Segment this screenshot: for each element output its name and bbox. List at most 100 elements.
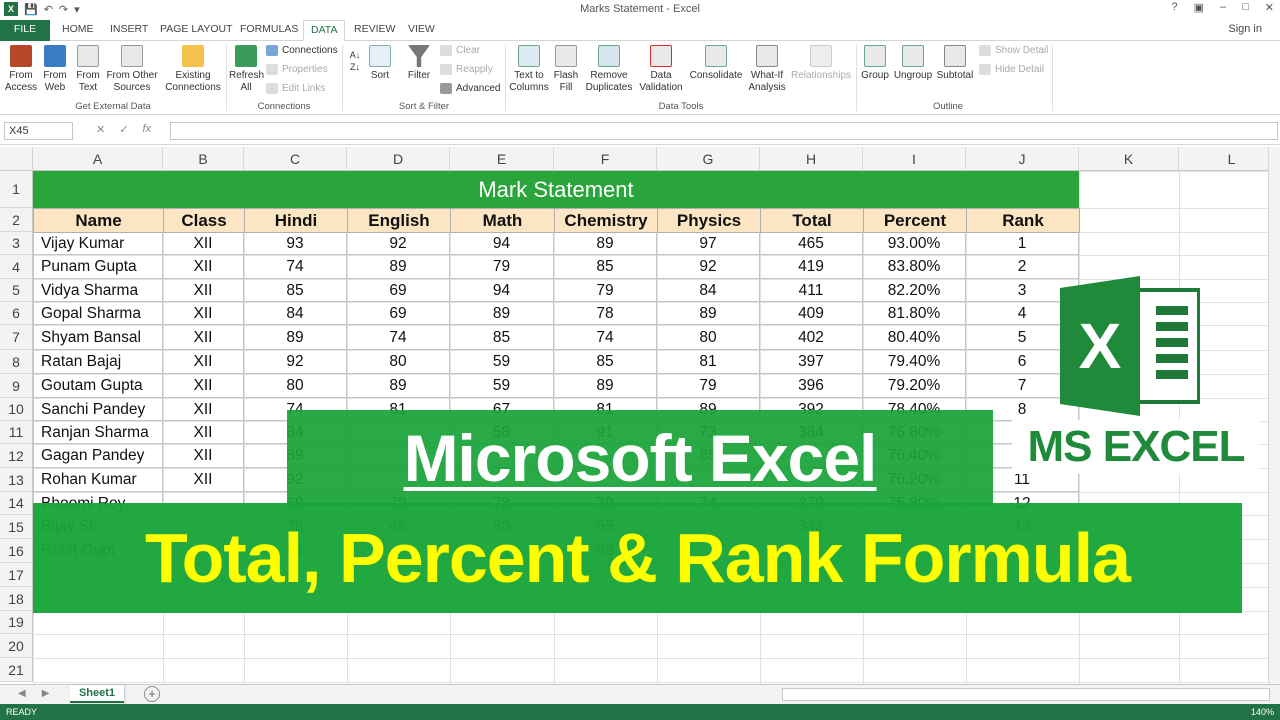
sort-az-button[interactable]: A↓ Z↓: [346, 49, 364, 73]
table-cell[interactable]: Ratan Bajaj: [33, 350, 163, 374]
row-header-9[interactable]: 9: [0, 374, 33, 398]
table-cell[interactable]: 79: [554, 279, 657, 302]
table-cell[interactable]: 89: [347, 255, 450, 279]
row-header-13[interactable]: 13: [0, 468, 33, 492]
table-cell[interactable]: 411: [760, 279, 863, 302]
table-cell[interactable]: XII: [163, 255, 244, 279]
minimize-icon[interactable]: –: [1220, 1, 1226, 14]
table-header-cell[interactable]: Chemistry: [554, 208, 658, 233]
table-cell[interactable]: 92: [347, 232, 450, 255]
row-header-8[interactable]: 8: [0, 350, 33, 374]
table-cell[interactable]: 81: [657, 350, 760, 374]
maximize-icon[interactable]: □: [1242, 1, 1249, 14]
table-cell[interactable]: 92: [657, 255, 760, 279]
select-all-corner[interactable]: [0, 147, 33, 171]
table-cell[interactable]: Vidya Sharma: [33, 279, 163, 302]
row-header-6[interactable]: 6: [0, 302, 33, 325]
connections-button[interactable]: Connections: [266, 45, 338, 56]
insert-function-icon[interactable]: fx: [142, 123, 151, 136]
subtotal-button[interactable]: Subtotal: [935, 45, 975, 82]
tab-data[interactable]: DATA: [303, 20, 346, 41]
table-cell[interactable]: 80: [347, 350, 450, 374]
from-text-button[interactable]: From Text: [74, 45, 102, 94]
close-icon[interactable]: ✕: [1265, 1, 1274, 14]
vertical-scrollbar[interactable]: [1268, 147, 1280, 684]
show-detail-button[interactable]: Show Detail: [979, 45, 1048, 56]
horizontal-scrollbar[interactable]: [782, 688, 1270, 701]
table-cell[interactable]: XII: [163, 444, 244, 468]
table-cell[interactable]: XII: [163, 374, 244, 398]
table-cell[interactable]: 80.40%: [863, 325, 966, 350]
cancel-icon[interactable]: ✕: [96, 123, 105, 136]
tab-home[interactable]: HOME: [55, 20, 101, 41]
group-button[interactable]: Group: [859, 45, 891, 82]
table-cell[interactable]: 419: [760, 255, 863, 279]
existing-connections-button[interactable]: Existing Connections: [164, 45, 222, 94]
column-header-h[interactable]: H: [760, 147, 863, 171]
table-cell[interactable]: 89: [657, 302, 760, 325]
column-header-g[interactable]: G: [657, 147, 760, 171]
table-cell[interactable]: 59: [450, 374, 554, 398]
from-web-button[interactable]: From Web: [40, 45, 70, 94]
tab-formulas[interactable]: FORMULAS: [233, 20, 305, 41]
table-cell[interactable]: XII: [163, 421, 244, 444]
row-header-20[interactable]: 20: [0, 634, 33, 658]
refresh-all-button[interactable]: Refresh All: [229, 45, 264, 94]
table-cell[interactable]: 85: [554, 350, 657, 374]
tab-file[interactable]: FILE: [0, 20, 50, 41]
table-cell[interactable]: 79: [450, 255, 554, 279]
table-cell[interactable]: 93.00%: [863, 232, 966, 255]
table-cell[interactable]: XII: [163, 350, 244, 374]
formula-input[interactable]: [170, 122, 1278, 140]
table-cell[interactable]: 402: [760, 325, 863, 350]
ungroup-button[interactable]: Ungroup: [892, 45, 934, 82]
table-header-cell[interactable]: Class: [163, 208, 245, 233]
column-header-f[interactable]: F: [554, 147, 657, 171]
edit-links-button[interactable]: Edit Links: [266, 83, 325, 94]
row-header-19[interactable]: 19: [0, 611, 33, 634]
row-header-17[interactable]: 17: [0, 563, 33, 587]
sort-button[interactable]: Sort: [367, 45, 393, 82]
table-cell[interactable]: XII: [163, 468, 244, 492]
table-cell[interactable]: XII: [163, 398, 244, 421]
table-cell[interactable]: 97: [657, 232, 760, 255]
reapply-button[interactable]: Reapply: [440, 64, 493, 75]
clear-button[interactable]: Clear: [440, 45, 480, 56]
table-cell[interactable]: Shyam Bansal: [33, 325, 163, 350]
zoom-level[interactable]: 140%: [1251, 707, 1274, 717]
table-header-cell[interactable]: English: [347, 208, 451, 233]
table-cell[interactable]: 84: [657, 279, 760, 302]
tab-view[interactable]: VIEW: [401, 20, 442, 41]
table-cell[interactable]: 74: [554, 325, 657, 350]
row-header-12[interactable]: 12: [0, 444, 33, 468]
from-access-button[interactable]: From Access: [4, 45, 38, 94]
table-header-cell[interactable]: Math: [450, 208, 555, 233]
name-box[interactable]: X45: [4, 122, 73, 140]
column-header-d[interactable]: D: [347, 147, 450, 171]
row-header-3[interactable]: 3: [0, 232, 33, 255]
table-cell[interactable]: 59: [450, 350, 554, 374]
column-header-b[interactable]: B: [163, 147, 244, 171]
tab-page-layout[interactable]: PAGE LAYOUT: [153, 20, 240, 41]
row-header-2[interactable]: 2: [0, 208, 33, 232]
column-header-e[interactable]: E: [450, 147, 554, 171]
table-cell[interactable]: 1: [966, 232, 1079, 255]
table-cell[interactable]: 84: [244, 302, 347, 325]
consolidate-button[interactable]: Consolidate: [688, 45, 744, 82]
tab-insert[interactable]: INSERT: [103, 20, 155, 41]
enter-icon[interactable]: ✓: [119, 123, 128, 136]
row-header-14[interactable]: 14: [0, 492, 33, 515]
row-header-18[interactable]: 18: [0, 587, 33, 611]
row-header-11[interactable]: 11: [0, 421, 33, 444]
ribbon-display-icon[interactable]: ▣: [1194, 1, 1204, 14]
table-cell[interactable]: 397: [760, 350, 863, 374]
table-cell[interactable]: 74: [347, 325, 450, 350]
table-cell[interactable]: 82.20%: [863, 279, 966, 302]
table-cell[interactable]: 89: [554, 374, 657, 398]
table-cell[interactable]: 80: [657, 325, 760, 350]
table-cell[interactable]: Gagan Pandey: [33, 444, 163, 468]
table-cell[interactable]: 94: [450, 232, 554, 255]
text-to-columns-button[interactable]: Text to Columns: [508, 45, 550, 94]
table-cell[interactable]: Ranjan Sharma: [33, 421, 163, 444]
row-header-16[interactable]: 16: [0, 539, 33, 563]
